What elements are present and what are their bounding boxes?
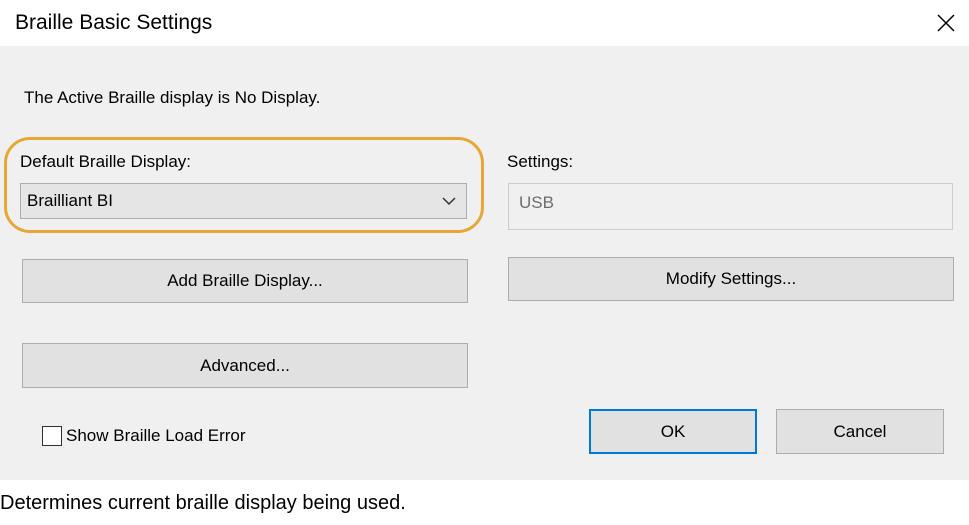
modify-settings-button[interactable]: Modify Settings... xyxy=(508,257,954,301)
dialog-body: The Active Braille display is No Display… xyxy=(0,46,969,480)
settings-value: USB xyxy=(519,193,554,212)
status-text: Determines current braille display being… xyxy=(0,492,406,514)
default-display-label: Default Braille Display: xyxy=(20,152,192,171)
close-icon xyxy=(937,14,955,32)
window-title: Braille Basic Settings xyxy=(15,11,213,34)
close-button[interactable] xyxy=(923,0,969,46)
settings-field: USB xyxy=(508,183,953,230)
title-bar: Braille Basic Settings xyxy=(0,0,969,46)
settings-label: Settings: xyxy=(507,152,574,171)
ok-button[interactable]: OK xyxy=(589,409,757,454)
braille-basic-settings-dialog: Braille Basic Settings The Active Braill… xyxy=(0,0,969,525)
chevron-down-icon xyxy=(442,197,456,206)
show-braille-load-error-option[interactable]: Show Braille Load Error xyxy=(42,424,246,448)
active-display-text: The Active Braille display is No Display… xyxy=(24,88,321,107)
show-braille-load-error-label: Show Braille Load Error xyxy=(66,426,246,445)
add-braille-display-button[interactable]: Add Braille Display... xyxy=(22,259,468,303)
advanced-button[interactable]: Advanced... xyxy=(22,343,468,388)
show-braille-load-error-checkbox[interactable] xyxy=(42,426,62,446)
cancel-button[interactable]: Cancel xyxy=(776,409,944,454)
status-bar: Determines current braille display being… xyxy=(0,480,969,525)
default-display-dropdown[interactable]: Brailliant BI xyxy=(20,183,467,219)
default-display-value: Brailliant BI xyxy=(27,191,113,210)
